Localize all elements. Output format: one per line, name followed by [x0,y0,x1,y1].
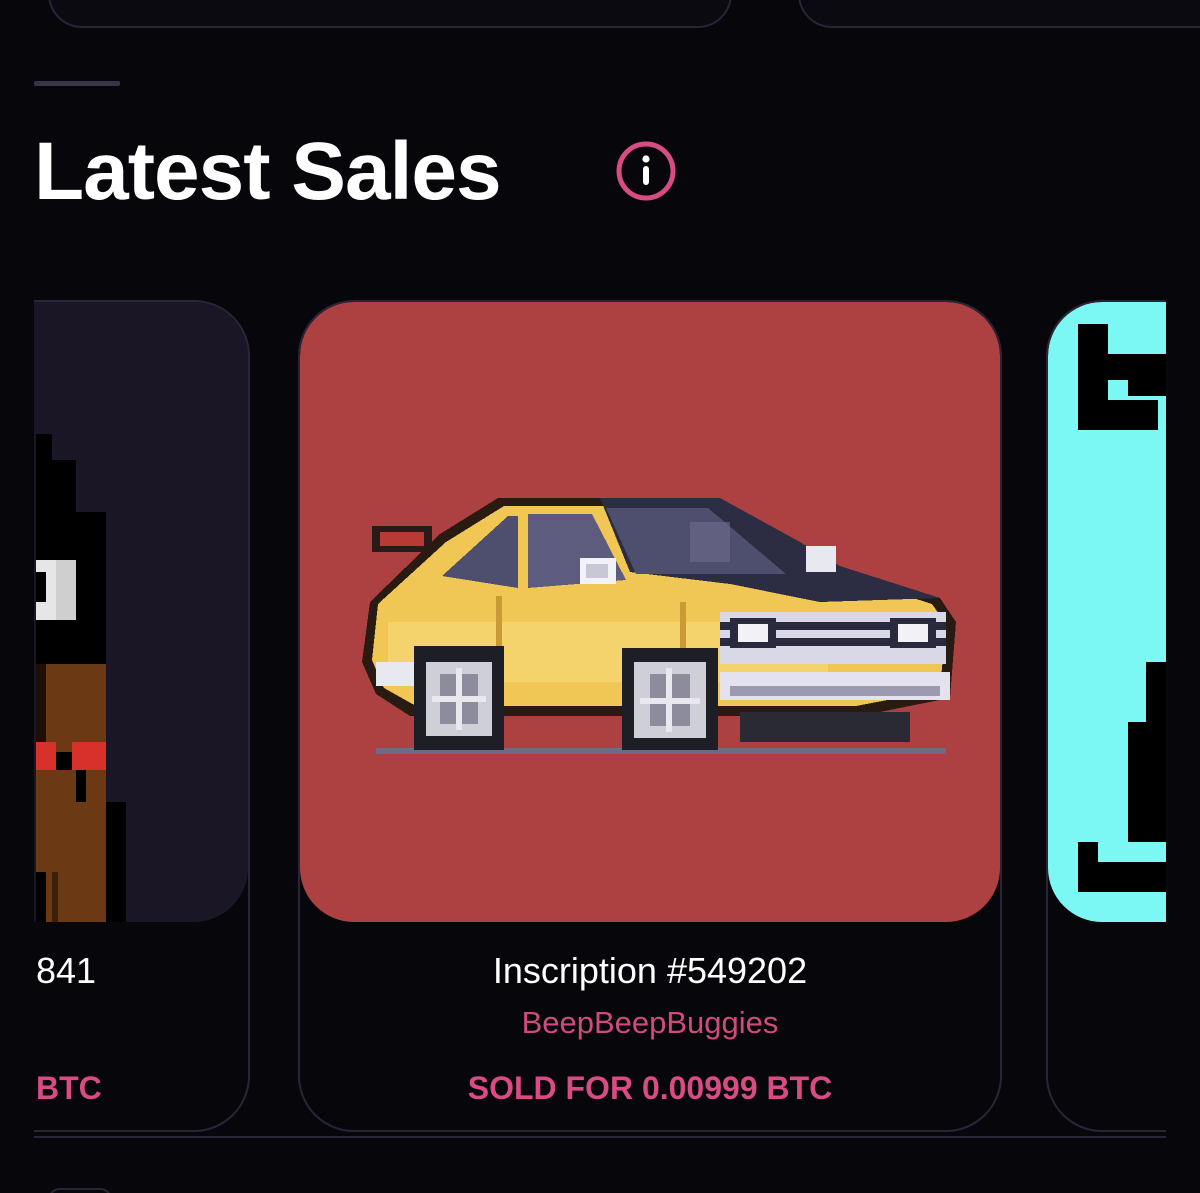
sale-price: BTC [36,1070,102,1106]
section-title: Latest Sales [34,126,502,217]
next-section-card[interactable] [48,1188,112,1193]
sale-card[interactable]: Inscription #549202 BeepBeepBuggies SOLD… [298,300,1002,1132]
inscription-title: 841 [36,950,97,991]
collection-link[interactable]: BeepBeepBuggies [300,1005,1000,1041]
sales-carousel[interactable]: 841 BTC Inscription #549202 BeepBeepBugg… [34,290,1166,1150]
sale-card[interactable]: 841 BTC [34,300,250,1132]
sale-card[interactable] [1046,300,1166,1132]
section-separator [34,1136,1166,1138]
section-divider [34,81,120,86]
previous-section-card[interactable] [798,0,1200,28]
pixel-character-art [36,434,126,922]
nft-image[interactable] [1048,302,1166,922]
nft-image[interactable] [34,302,248,922]
info-circle-icon [616,141,676,201]
inscription-title[interactable]: Inscription #549202 [300,950,1000,992]
sale-price: SOLD FOR 0.00999 BTC [467,1070,833,1106]
previous-section-card[interactable] [48,0,732,28]
info-button[interactable] [615,140,677,202]
latest-sales-screen: Latest Sales 841 BTC Inscription #549202… [0,0,1200,1193]
pixel-cyan-art [1078,324,1166,892]
nft-image[interactable] [300,302,1000,922]
pixel-yellow-car-art [362,498,956,754]
